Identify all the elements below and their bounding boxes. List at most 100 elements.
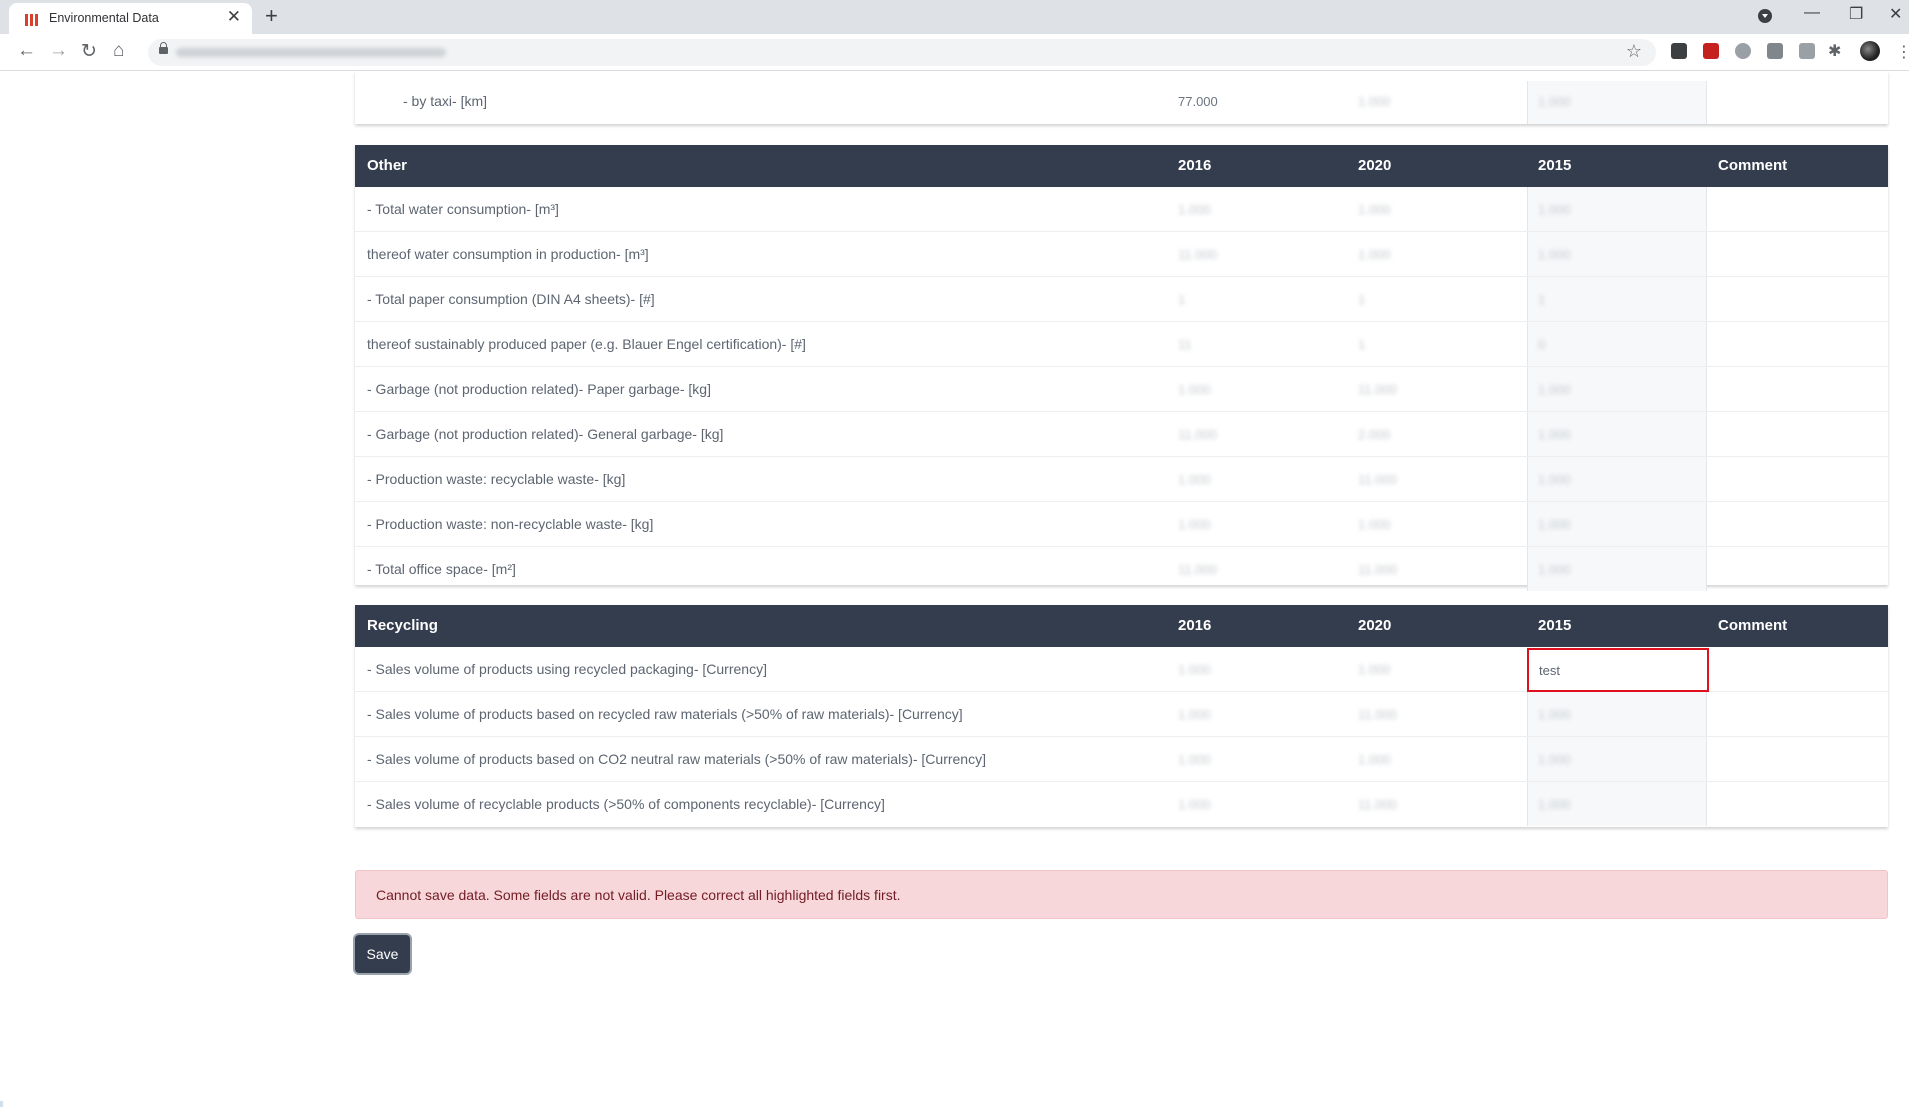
input-2015[interactable]: 1.000 [1527,232,1707,276]
row-label: - Sales volume of products based on recy… [367,706,963,722]
input-value: 1.000 [1538,752,1571,767]
value-2020: 2.000 [1358,427,1391,442]
bookmark-star-icon[interactable]: ☆ [1626,41,1642,62]
value-2016: 11 [1178,337,1192,352]
input-value: 1.000 [1538,427,1571,442]
close-tab-icon[interactable]: ✕ [227,7,241,27]
tab-search-icon[interactable] [1758,9,1772,23]
reload-icon[interactable]: ↻ [81,40,97,63]
input-2015[interactable]: 1.000 [1527,81,1707,124]
travel-table: - by taxi- [km] 77.000 1.000 1.000 [355,71,1888,124]
input-value: 1.000 [1538,472,1571,487]
input-value: 1.000 [1538,382,1571,397]
input-2015[interactable]: 0 [1527,322,1707,366]
comment-cell[interactable] [1707,737,1888,781]
extension-icon[interactable] [1671,43,1687,59]
table-row: - Sales volume of products based on CO2 … [355,737,1888,782]
table-row: - by taxi- [km] 77.000 1.000 1.000 [355,71,1888,124]
comment-cell[interactable] [1707,232,1888,276]
row-label: - Garbage (not production related)- Pape… [367,381,711,397]
table-header: Other 2016 2020 2015 Comment [355,145,1888,187]
comment-cell[interactable] [1707,412,1888,456]
back-icon[interactable]: ← [17,40,36,62]
input-2015[interactable]: 1 [1527,277,1707,321]
header-2015: 2015 [1538,617,1572,634]
cast-extension-icon[interactable] [1799,43,1815,59]
window-close-icon[interactable]: ✕ [1889,4,1902,24]
input-value: test [1539,663,1560,678]
value-2016: 77.000 [1178,94,1218,109]
address-bar[interactable]: ☆ [148,39,1656,66]
value-2020: 1.000 [1358,94,1391,109]
restore-icon[interactable]: ❐ [1849,4,1863,24]
comment-cell[interactable] [1707,71,1888,124]
table-row: - Production waste: non-recyclable waste… [355,502,1888,547]
header-comment: Comment [1718,617,1788,634]
forward-icon[interactable]: → [49,40,68,62]
browser-tab[interactable]: Environmental Data ✕ [9,3,252,34]
profile-avatar[interactable] [1860,41,1880,61]
value-2020: 1.000 [1358,517,1391,532]
value-2016: 11.000 [1178,562,1217,577]
value-2016: 1.000 [1178,797,1211,812]
row-label: - by taxi- [km] [403,93,488,109]
row-label: - Garbage (not production related)- Gene… [367,426,724,442]
header-2015: 2015 [1538,157,1572,174]
input-2015-invalid[interactable]: test [1527,648,1709,692]
row-label: - Sales volume of products using recycle… [367,661,767,677]
value-2020: 11.000 [1358,472,1397,487]
comment-cell[interactable] [1707,692,1888,736]
minimize-icon[interactable]: — [1804,4,1820,22]
row-label: - Sales volume of products based on CO2 … [367,751,986,767]
puzzle-extensions-icon[interactable]: ✱ [1828,41,1841,61]
comment-cell[interactable] [1707,547,1888,591]
extension-icon[interactable] [1735,43,1751,59]
table-row: - Sales volume of products using recycle… [355,647,1888,692]
header-2016: 2016 [1178,157,1212,174]
comment-cell[interactable] [1707,187,1888,231]
value-2020: 1 [1358,337,1366,352]
input-2015[interactable]: 1.000 [1527,367,1707,411]
header-2016: 2016 [1178,617,1212,634]
comment-cell[interactable] [1707,782,1888,826]
input-2015[interactable]: 1.000 [1527,502,1707,546]
scroll-marker [0,1101,3,1107]
comment-cell[interactable] [1707,647,1888,691]
input-value: 1.000 [1538,797,1571,812]
header-2020: 2020 [1358,617,1392,634]
input-value: 1.000 [1538,247,1571,262]
table-row: - Total paper consumption (DIN A4 sheets… [355,277,1888,322]
value-2016: 1.000 [1178,752,1211,767]
input-value: 1.000 [1538,517,1571,532]
value-2016: 1.000 [1178,202,1211,217]
input-2015[interactable]: 1.000 [1527,737,1707,781]
comment-cell[interactable] [1707,457,1888,501]
grammar-extension-icon[interactable] [1767,43,1783,59]
other-table: Other 2016 2020 2015 Comment - Total wat… [355,145,1888,591]
row-label: - Production waste: non-recyclable waste… [367,516,654,532]
pdf-extension-icon[interactable] [1703,43,1719,59]
table-row: - Sales volume of recyclable products (>… [355,782,1888,826]
header-title: Recycling [367,617,438,634]
input-2015[interactable]: 1.000 [1527,692,1707,736]
input-2015[interactable]: 1.000 [1527,547,1707,591]
input-2015[interactable]: 1.000 [1527,412,1707,456]
value-2020: 11.000 [1358,562,1397,577]
comment-cell[interactable] [1707,502,1888,546]
new-tab-icon[interactable]: + [265,3,278,29]
table-row: - Garbage (not production related)- Gene… [355,412,1888,457]
comment-cell[interactable] [1707,367,1888,411]
row-label: - Total water consumption- [m³] [367,201,559,217]
save-button[interactable]: Save [355,935,410,973]
comment-cell[interactable] [1707,277,1888,321]
home-icon[interactable]: ⌂ [113,40,124,62]
table-row: - Sales volume of products based on recy… [355,692,1888,737]
input-2015[interactable]: 1.000 [1527,782,1707,826]
table-row: - Garbage (not production related)- Pape… [355,367,1888,412]
input-2015[interactable]: 1.000 [1527,457,1707,501]
comment-cell[interactable] [1707,322,1888,366]
kebab-menu-icon[interactable]: ⋮ [1896,42,1909,62]
input-2015[interactable]: 1.000 [1527,187,1707,231]
header-title: Other [367,157,408,174]
value-2016: 11.000 [1178,427,1217,442]
